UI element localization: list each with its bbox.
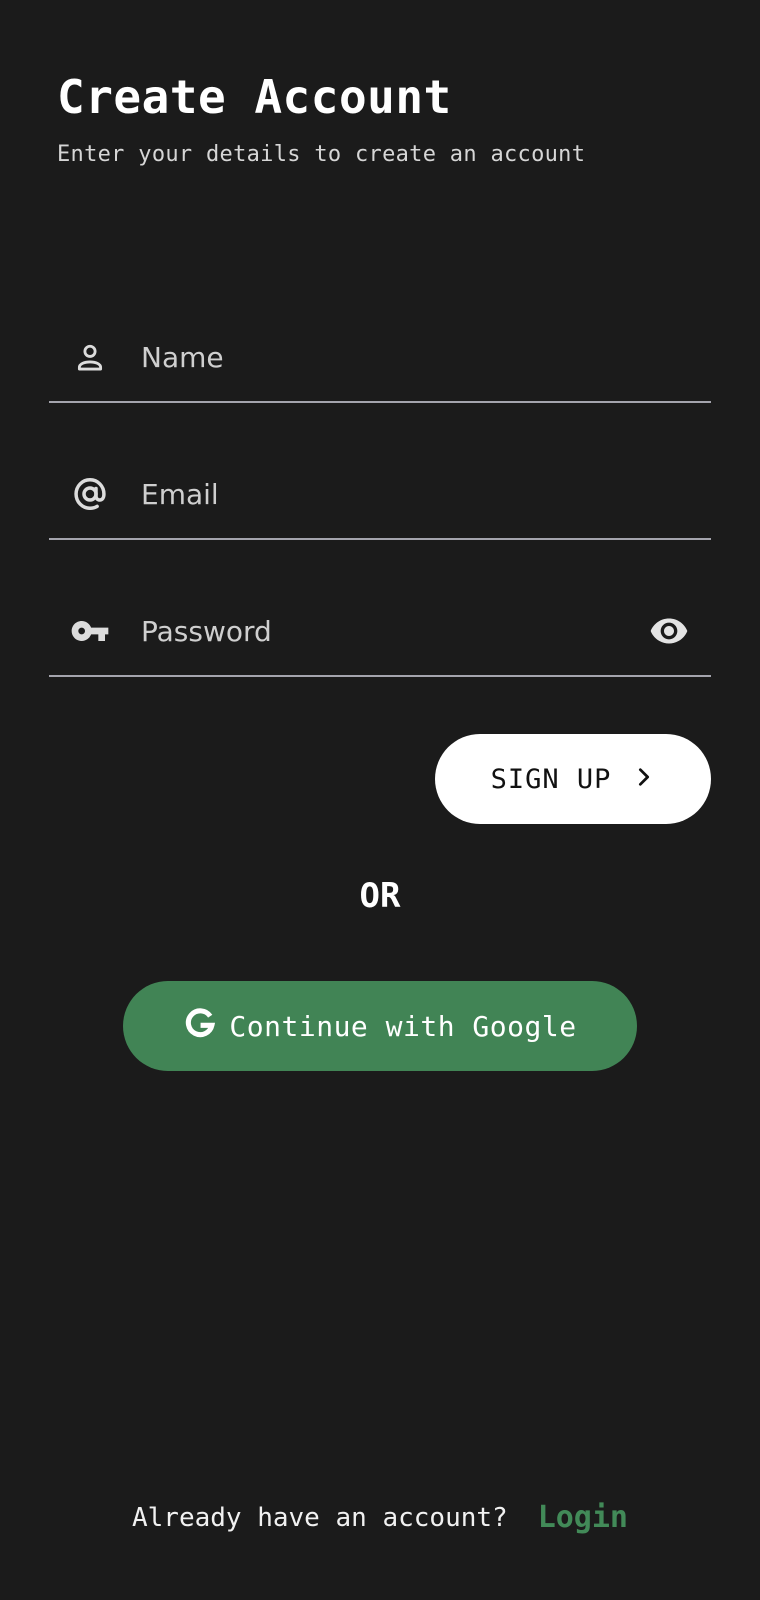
- eye-icon[interactable]: [647, 609, 691, 653]
- person-icon: [69, 336, 111, 378]
- login-link[interactable]: Login: [538, 1500, 628, 1535]
- key-icon: [69, 610, 111, 652]
- name-field-row: [49, 313, 711, 403]
- email-field-row: [49, 450, 711, 540]
- footer: Already have an account? Login: [0, 1500, 760, 1535]
- password-input[interactable]: [141, 587, 641, 675]
- sign-up-button[interactable]: SIGN UP: [435, 734, 711, 824]
- continue-with-google-button[interactable]: Continue with Google: [123, 981, 637, 1071]
- password-field-row: [49, 587, 711, 677]
- page-subtitle: Enter your details to create an account: [57, 142, 586, 167]
- at-sign-icon: [69, 473, 111, 515]
- name-input[interactable]: [141, 313, 641, 401]
- email-input[interactable]: [141, 450, 641, 538]
- page-title: Create Account: [57, 70, 452, 124]
- continue-with-google-label: Continue with Google: [229, 1009, 577, 1043]
- or-divider-label: OR: [359, 876, 401, 916]
- login-prompt: Already have an account?: [132, 1502, 508, 1533]
- google-icon: [183, 1006, 217, 1047]
- chevron-right-icon: [633, 764, 655, 795]
- sign-up-label: SIGN UP: [490, 763, 612, 795]
